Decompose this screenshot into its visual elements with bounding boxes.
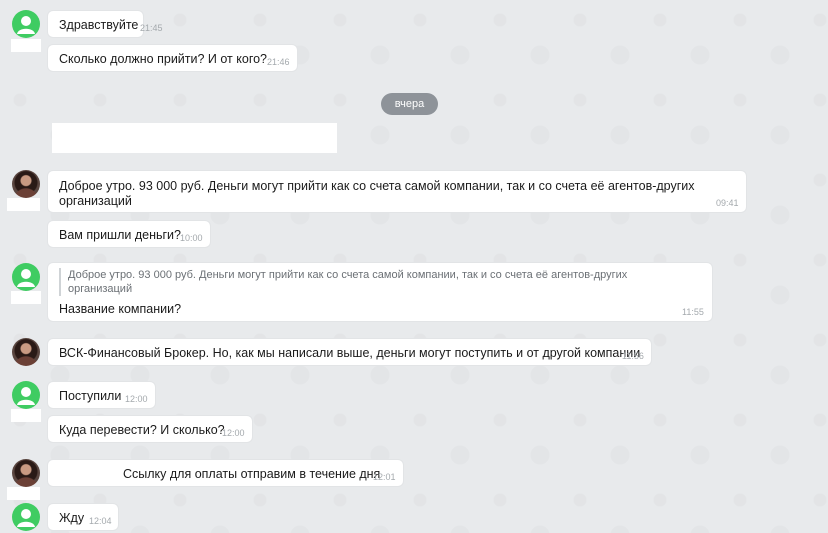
user-silhouette-icon — [17, 16, 35, 34]
agent-avatar[interactable] — [12, 170, 40, 198]
message-bubble[interactable]: Доброе утро. 93 000 руб. Деньги могут пр… — [47, 170, 747, 213]
message-time: 09:41 — [716, 198, 739, 208]
message-time: 12:00 — [125, 394, 148, 404]
message-time: 10:00 — [180, 233, 203, 243]
quoted-text-line2: организаций — [68, 283, 133, 295]
message-text: Куда перевести? И сколько? — [59, 423, 225, 437]
message-bubble[interactable]: Сколько должно прийти? И от кого? 21:46 — [47, 44, 298, 72]
message-time: 21:45 — [140, 23, 163, 33]
quoted-text-line1: Доброе утро. 93 000 руб. Деньги могут пр… — [68, 269, 628, 281]
message-text: Здравствуйте — [59, 18, 139, 32]
redacted-message — [52, 123, 337, 153]
user-avatar[interactable] — [12, 503, 40, 531]
message-text-line1: Доброе утро. 93 000 руб. Деньги могут пр… — [59, 179, 695, 193]
user-silhouette-icon — [17, 269, 35, 287]
user-avatar[interactable] — [12, 263, 40, 291]
message-bubble[interactable]: Вам пришли деньги? 10:00 — [47, 220, 211, 248]
message-text: Сколько должно прийти? И от кого? — [59, 52, 268, 66]
message-text: Поступили — [59, 389, 122, 403]
message-time: 21:46 — [267, 57, 290, 67]
message-time: 11:56 — [622, 351, 644, 361]
message-text: ВСК-Финансовый Брокер. Но, как мы написа… — [59, 346, 641, 360]
redacted-name — [11, 409, 41, 422]
message-bubble[interactable]: Куда перевести? И сколько? 12:00 — [47, 415, 253, 443]
redacted-name — [11, 39, 41, 52]
message-bubble[interactable]: Поступили 12:00 — [47, 381, 156, 409]
message-bubble[interactable]: Ссылку для оплаты отправим в течение дня… — [47, 459, 404, 487]
message-time: 12:04 — [89, 516, 112, 526]
user-avatar[interactable] — [12, 10, 40, 38]
message-text: Вам пришли деньги? — [59, 228, 181, 242]
message-text: Жду — [59, 511, 85, 525]
user-avatar[interactable] — [12, 381, 40, 409]
user-silhouette-icon — [17, 387, 35, 405]
redacted-name — [7, 487, 40, 500]
message-time: 11:55 — [682, 307, 704, 317]
message-bubble[interactable]: Жду 12:04 — [47, 503, 119, 531]
user-silhouette-icon — [17, 509, 35, 527]
message-text: Ссылку для оплаты отправим в течение дня — [123, 467, 381, 481]
agent-avatar[interactable] — [12, 338, 40, 366]
chat-history: Здравствуйте 21:45 Сколько должно прийти… — [0, 0, 828, 533]
message-bubble[interactable]: ВСК-Финансовый Брокер. Но, как мы написа… — [47, 338, 652, 366]
redacted-name — [11, 291, 41, 304]
message-text-line2: организаций — [59, 194, 132, 208]
message-time: 12:00 — [222, 428, 245, 438]
agent-avatar[interactable] — [12, 459, 40, 487]
message-time: 12:01 — [373, 472, 396, 482]
date-divider: вчера — [381, 93, 438, 115]
redacted-name — [7, 198, 40, 211]
message-bubble[interactable]: Доброе утро. 93 000 руб. Деньги могут пр… — [47, 262, 713, 322]
message-text: Название компании? — [59, 302, 182, 316]
quoted-message[interactable]: Доброе утро. 93 000 руб. Деньги могут пр… — [59, 268, 708, 296]
message-bubble[interactable]: Здравствуйте 21:45 — [47, 10, 163, 38]
